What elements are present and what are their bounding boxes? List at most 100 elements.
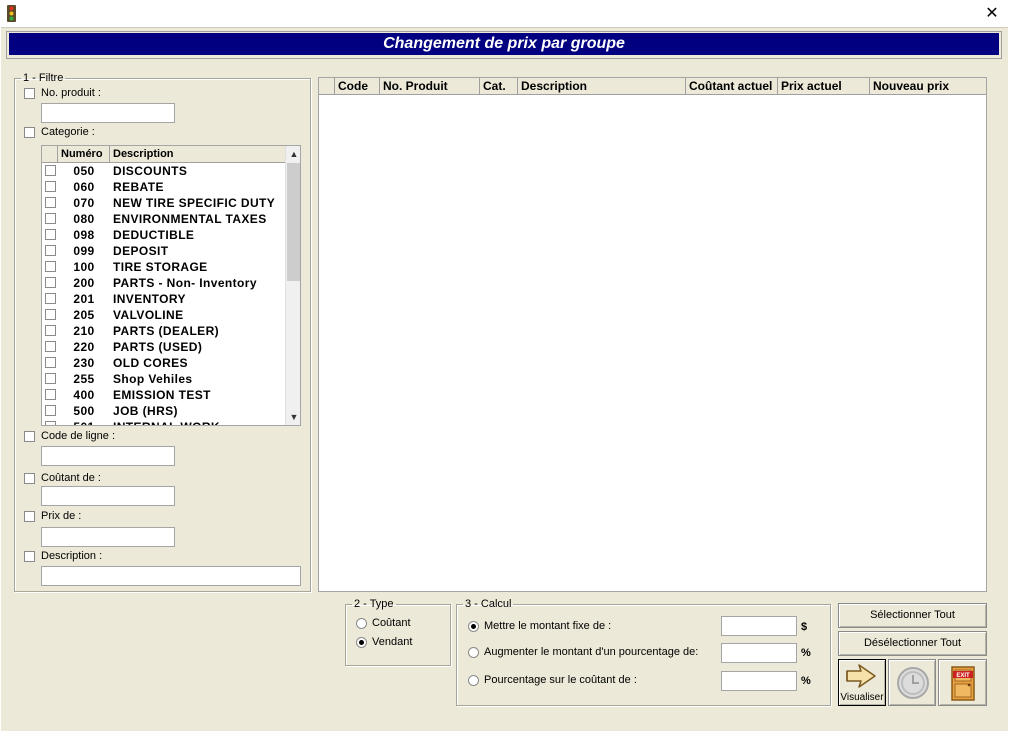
category-filter-label: Categorie : xyxy=(41,126,95,138)
chevron-up-icon[interactable]: ▲ xyxy=(286,146,300,162)
category-description: NEW TIRE SPECIFIC DUTY xyxy=(113,196,276,210)
category-description: JOB (HRS) xyxy=(113,404,178,418)
grid-column-category[interactable]: Cat. xyxy=(480,78,518,95)
select-all-button[interactable]: Sélectionner Tout xyxy=(838,603,987,628)
category-row[interactable]: 080 ENVIRONMENTAL TAXES xyxy=(42,211,285,227)
sell-type-radio[interactable] xyxy=(356,637,367,648)
preview-button[interactable]: Visualiser xyxy=(838,659,886,706)
category-row-checkbox[interactable] xyxy=(45,277,56,288)
category-number: 099 xyxy=(73,244,95,258)
cost-filter-label: Coûtant de : xyxy=(41,472,101,484)
sell-type-label: Vendant xyxy=(372,636,413,648)
cost-type-radio[interactable] xyxy=(356,618,367,629)
cost-percent-input[interactable] xyxy=(721,671,797,691)
price-filter-checkbox[interactable] xyxy=(24,511,35,522)
category-row[interactable]: 099 DEPOSIT xyxy=(42,243,285,259)
line-code-filter-input[interactable] xyxy=(41,446,175,466)
traffic-light-icon xyxy=(6,5,17,22)
category-row-checkbox[interactable] xyxy=(45,325,56,336)
category-list[interactable]: Numéro Description 050 DISCOUNTS 060 REBATE… xyxy=(41,145,301,426)
chevron-down-icon[interactable]: ▼ xyxy=(286,409,300,425)
category-row-checkbox[interactable] xyxy=(45,181,56,192)
category-number: 080 xyxy=(73,212,95,226)
category-row[interactable]: 200 PARTS - Non- Inventory xyxy=(42,275,285,291)
increase-percent-label: Augmenter le montant d'un pourcentage de… xyxy=(484,646,699,658)
category-number-column[interactable]: Numéro xyxy=(58,146,110,163)
category-description: DEPOSIT xyxy=(113,244,169,258)
exit-button[interactable]: EXIT xyxy=(938,659,987,706)
category-number: 255 xyxy=(73,372,95,386)
category-number: 400 xyxy=(73,388,95,402)
exit-door-icon: EXIT xyxy=(951,666,975,701)
category-row-checkbox[interactable] xyxy=(45,357,56,368)
category-row[interactable]: 501INTERNAL WORK xyxy=(42,419,285,425)
scrollbar-thumb[interactable] xyxy=(287,163,300,281)
category-filter-checkbox[interactable] xyxy=(24,127,35,138)
category-number: 201 xyxy=(73,292,95,306)
category-number: 050 xyxy=(73,164,95,178)
cost-filter-input[interactable] xyxy=(41,486,175,506)
category-row[interactable]: 205 VALVOLINE xyxy=(42,307,285,323)
price-filter-input[interactable] xyxy=(41,527,175,547)
grid-column-code[interactable]: Code xyxy=(335,78,380,95)
category-row-checkbox[interactable] xyxy=(45,245,56,256)
category-row[interactable]: 230 OLD CORES xyxy=(42,355,285,371)
increase-percent-input[interactable] xyxy=(721,643,797,663)
category-row[interactable]: 060 REBATE xyxy=(42,179,285,195)
category-row-checkbox[interactable] xyxy=(45,197,56,208)
product-filter-checkbox[interactable] xyxy=(24,88,35,99)
fixed-amount-input[interactable] xyxy=(721,616,797,636)
grid-selector-column xyxy=(319,78,335,95)
grid-column-description[interactable]: Description xyxy=(518,78,686,95)
category-row[interactable]: 100 TIRE STORAGE xyxy=(42,259,285,275)
fixed-amount-radio[interactable] xyxy=(468,621,479,632)
category-row[interactable]: 098 DEDUCTIBLE xyxy=(42,227,285,243)
category-row-checkbox[interactable] xyxy=(45,309,56,320)
category-row-checkbox[interactable] xyxy=(45,421,56,425)
line-code-filter-checkbox[interactable] xyxy=(24,431,35,442)
cost-percent-radio[interactable] xyxy=(468,675,479,686)
increase-percent-radio[interactable] xyxy=(468,647,479,658)
grid-column-current-cost[interactable]: Coûtant actuel xyxy=(686,78,778,95)
category-row[interactable]: 400 EMISSION TEST xyxy=(42,387,285,403)
category-row[interactable]: 210 PARTS (DEALER) xyxy=(42,323,285,339)
description-filter-label: Description : xyxy=(41,550,103,562)
category-row-checkbox[interactable] xyxy=(45,293,56,304)
category-scrollbar[interactable]: ▲ ▼ xyxy=(285,146,300,425)
product-filter-input[interactable] xyxy=(41,103,175,123)
category-row-checkbox[interactable] xyxy=(45,165,56,176)
category-description-column[interactable]: Description xyxy=(110,146,285,163)
category-description: REBATE xyxy=(113,180,164,194)
grid-column-new-price[interactable]: Nouveau prix xyxy=(870,78,986,95)
grid-column-current-price[interactable]: Prix actuel xyxy=(778,78,870,95)
category-row-checkbox[interactable] xyxy=(45,261,56,272)
category-row-checkbox[interactable] xyxy=(45,389,56,400)
category-row[interactable]: 070 NEW TIRE SPECIFIC DUTY xyxy=(42,195,285,211)
type-group: 2 - Type xyxy=(345,598,451,666)
close-button[interactable]: ✕ xyxy=(978,2,1006,24)
category-description: DEDUCTIBLE xyxy=(113,228,195,242)
cost-percent-label: Pourcentage sur le coûtant de : xyxy=(484,674,637,686)
cost-filter-checkbox[interactable] xyxy=(24,473,35,484)
preview-label: Visualiser xyxy=(840,692,884,703)
category-row[interactable]: 201 INVENTORY xyxy=(42,291,285,307)
category-row-checkbox[interactable] xyxy=(45,229,56,240)
category-row-checkbox[interactable] xyxy=(45,341,56,352)
price-filter-label: Prix de : xyxy=(41,510,82,522)
description-filter-checkbox[interactable] xyxy=(24,551,35,562)
category-row-checkbox[interactable] xyxy=(45,373,56,384)
cost-type-label: Coûtant xyxy=(372,617,411,629)
category-row[interactable]: 220 PARTS (USED) xyxy=(42,339,285,355)
close-icon: ✕ xyxy=(985,5,999,22)
deselect-all-button[interactable]: Désélectionner Tout xyxy=(838,631,987,656)
category-row[interactable]: 500 JOB (HRS) xyxy=(42,403,285,419)
clock-button[interactable] xyxy=(888,659,936,706)
category-row[interactable]: 255 Shop Vehiles xyxy=(42,371,285,387)
category-row[interactable]: 050 DISCOUNTS xyxy=(42,163,285,179)
results-grid[interactable]: Code No. Produit Cat. Description Coûtan… xyxy=(318,77,987,592)
description-filter-input[interactable] xyxy=(41,566,301,586)
category-row-checkbox[interactable] xyxy=(45,213,56,224)
category-check-column xyxy=(42,146,58,163)
grid-column-product[interactable]: No. Produit xyxy=(380,78,480,95)
category-row-checkbox[interactable] xyxy=(45,405,56,416)
